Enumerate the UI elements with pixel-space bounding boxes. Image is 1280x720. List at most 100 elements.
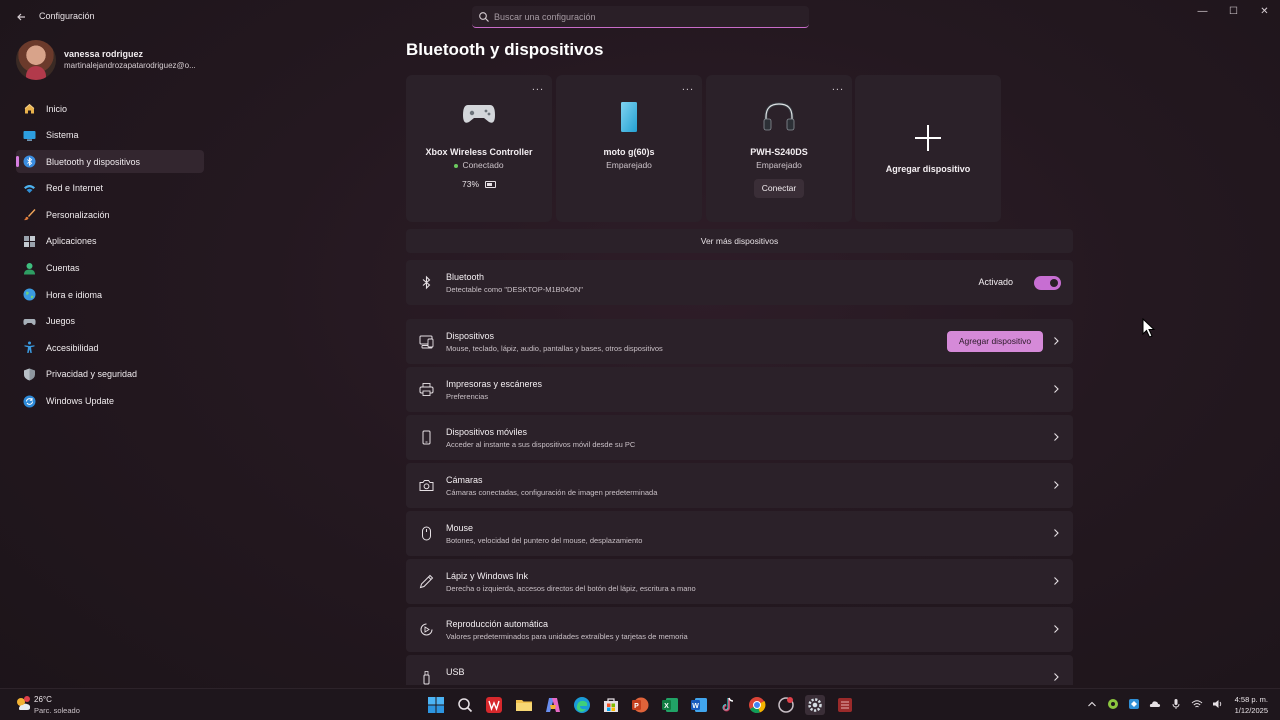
edge-icon[interactable] [572, 695, 592, 715]
sidebar-nav: Inicio Sistema Bluetooth y dispositivos … [16, 97, 204, 416]
sidebar-item-red[interactable]: Red e Internet [16, 177, 204, 200]
onedrive-icon[interactable] [1149, 698, 1161, 710]
device-card-headphones[interactable]: ... PWH-S240DS Emparejado Conectar [706, 75, 852, 222]
profile-email: martinalejandrozapatarodriguez@o... [64, 61, 196, 70]
weather-icon[interactable] [14, 695, 32, 713]
title-bar: Configuración — ☐ ✕ [0, 0, 1280, 34]
sidebar-item-label: Hora e idioma [46, 289, 103, 300]
close-button[interactable]: ✕ [1249, 0, 1280, 24]
video-app-icon[interactable] [835, 695, 855, 715]
row-title: Reproducción automática [446, 619, 549, 629]
minimize-button[interactable]: — [1187, 0, 1218, 24]
store-icon[interactable] [601, 695, 621, 715]
sidebar-item-personalizacion[interactable]: Personalización [16, 203, 204, 226]
row-usb[interactable]: USB [406, 655, 1073, 685]
weather-temperature: 26°C [34, 695, 52, 704]
sidebar-item-label: Aplicaciones [46, 236, 97, 247]
device-card-xbox-controller[interactable]: ... Xbox Wireless Controller Conectado 7… [406, 75, 552, 222]
sidebar-item-juegos[interactable]: Juegos [16, 310, 204, 333]
more-options-button[interactable]: ... [832, 81, 844, 93]
more-options-button[interactable]: ... [682, 81, 694, 93]
row-subtitle: Detectable como "DESKTOP-M1B04ON" [446, 285, 583, 294]
sidebar-item-label: Personalización [46, 209, 110, 220]
chevron-right-icon [1054, 337, 1059, 345]
autoplay-icon [420, 623, 433, 636]
search-icon[interactable] [455, 695, 475, 715]
see-more-devices-button[interactable]: Ver más dispositivos [406, 229, 1073, 253]
row-impresoras[interactable]: Impresoras y escáneres Preferencias [406, 367, 1073, 412]
copilot-icon[interactable] [543, 695, 563, 715]
bluetooth-toggle[interactable] [1034, 276, 1061, 290]
row-subtitle: Cámaras conectadas, configuración de ima… [446, 488, 658, 497]
sidebar-item-hora[interactable]: Hora e idioma [16, 283, 204, 306]
add-device-label: Agregar dispositivo [885, 164, 971, 174]
system-tray [1086, 698, 1233, 710]
taskbar-apps: P X W [426, 695, 864, 715]
update-icon [23, 395, 36, 408]
file-explorer-icon[interactable] [514, 695, 534, 715]
window-controls: — ☐ ✕ [1187, 0, 1280, 24]
add-device-card[interactable]: Agregar dispositivo [855, 75, 1001, 222]
volume-icon[interactable] [1212, 698, 1224, 710]
chrome-icon[interactable] [747, 695, 767, 715]
sidebar-item-windows-update[interactable]: Windows Update [16, 390, 204, 413]
more-options-button[interactable]: ... [532, 81, 544, 93]
row-lapiz[interactable]: Lápiz y Windows Ink Derecha o izquierda,… [406, 559, 1073, 604]
sidebar-item-label: Red e Internet [46, 183, 104, 194]
gamepad-icon [23, 318, 36, 325]
row-camaras[interactable]: Cámaras Cámaras conectadas, configuració… [406, 463, 1073, 508]
weather-description: Parc. soleado [34, 706, 80, 715]
maximize-button[interactable]: ☐ [1218, 0, 1249, 24]
avatar[interactable] [16, 40, 56, 80]
battery-icon [485, 181, 496, 189]
network-app-icon[interactable] [1128, 698, 1140, 710]
search-box[interactable] [472, 6, 809, 28]
sidebar-item-bluetooth[interactable]: Bluetooth y dispositivos [16, 150, 204, 174]
row-mouse[interactable]: Mouse Botones, velocidad del puntero del… [406, 511, 1073, 556]
row-reproduccion-automatica[interactable]: Reproducción automática Valores predeter… [406, 607, 1073, 652]
start-icon[interactable] [426, 695, 446, 715]
chevron-right-icon [1054, 625, 1059, 633]
search-input[interactable] [494, 9, 794, 25]
mouse-cursor-icon [1142, 318, 1156, 338]
excel-icon[interactable]: X [660, 695, 680, 715]
sidebar-item-aplicaciones[interactable]: Aplicaciones [16, 230, 204, 253]
word-icon[interactable]: W [689, 695, 709, 715]
sidebar-item-privacidad[interactable]: Privacidad y seguridad [16, 363, 204, 386]
sidebar-item-label: Sistema [46, 130, 79, 141]
nvidia-icon[interactable] [1107, 698, 1119, 710]
wifi-icon[interactable] [1191, 698, 1203, 710]
powerpoint-icon[interactable]: P [630, 695, 650, 715]
bluetooth-icon [422, 275, 431, 290]
row-subtitle: Mouse, teclado, lápiz, audio, pantallas … [446, 344, 663, 353]
settings-icon[interactable] [805, 695, 826, 715]
office-icon[interactable] [484, 695, 504, 715]
row-subtitle: Acceder al instante a sus dispositivos m… [446, 440, 636, 449]
connect-button[interactable]: Conectar [754, 179, 804, 198]
camera-icon [419, 480, 434, 491]
row-dispositivos-moviles[interactable]: Dispositivos móviles Acceder al instante… [406, 415, 1073, 460]
sidebar-item-label: Windows Update [46, 396, 115, 407]
tiktok-icon[interactable] [718, 695, 738, 715]
sidebar-item-label: Cuentas [46, 263, 80, 274]
taskbar: 26°C Parc. soleado P X W 4:58 p. m. 1/12… [0, 688, 1280, 720]
microphone-icon[interactable] [1170, 698, 1182, 710]
back-arrow-icon[interactable] [14, 9, 30, 25]
account-icon [24, 262, 35, 275]
battery-level: 73% [406, 179, 552, 189]
app-icon[interactable] [776, 695, 796, 715]
device-card-moto[interactable]: ... moto g(60)s Emparejado [556, 75, 702, 222]
sidebar-item-inicio[interactable]: Inicio [16, 97, 204, 120]
sidebar-item-cuentas[interactable]: Cuentas [16, 257, 204, 280]
row-dispositivos[interactable]: Dispositivos Mouse, teclado, lápiz, audi… [406, 319, 1073, 364]
chevron-up-icon[interactable] [1086, 698, 1098, 710]
wifi-icon [24, 184, 35, 193]
connected-status-dot [454, 163, 459, 168]
sidebar-item-label: Juegos [46, 316, 76, 327]
gamepad-icon [463, 105, 495, 123]
add-device-button[interactable]: Agregar dispositivo [947, 331, 1043, 352]
clock[interactable]: 4:58 p. m. 1/12/2025 [1235, 694, 1268, 716]
globe-icon [23, 288, 36, 301]
sidebar-item-sistema[interactable]: Sistema [16, 124, 204, 147]
sidebar-item-accesibilidad[interactable]: Accesibilidad [16, 336, 204, 359]
